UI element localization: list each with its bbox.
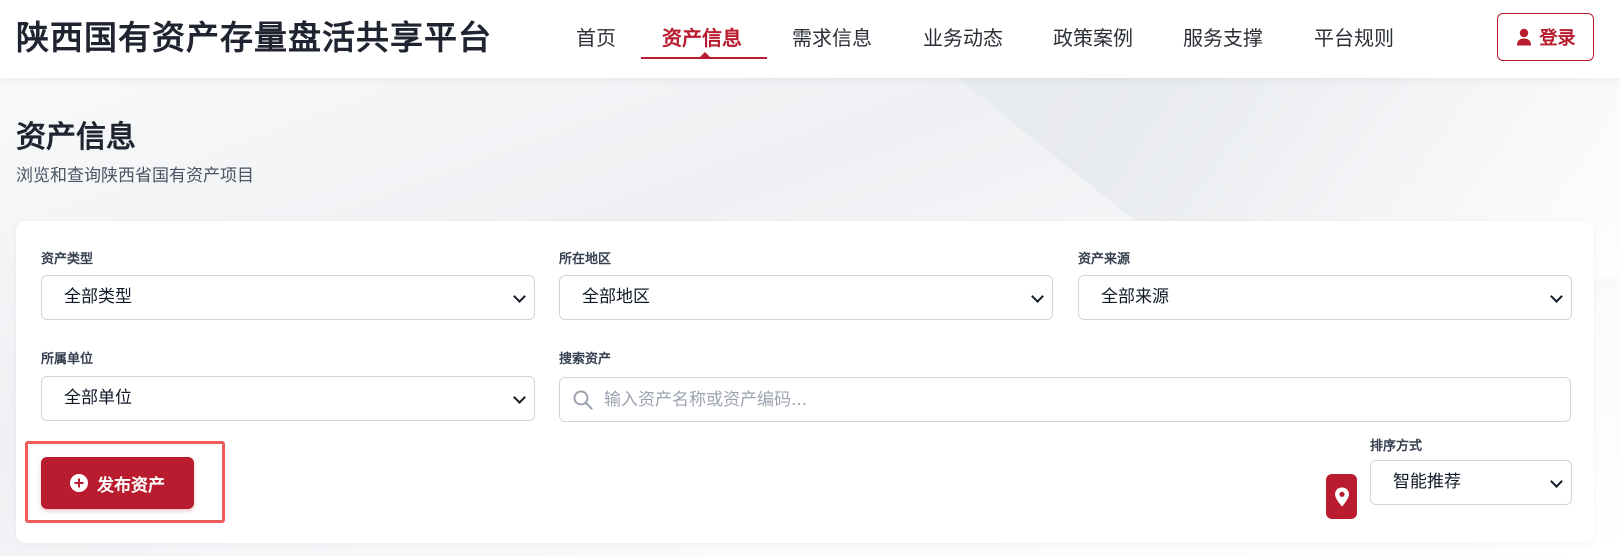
nav-item-asset-info[interactable]: 资产信息 xyxy=(662,22,742,54)
map-view-button[interactable] xyxy=(1326,474,1357,519)
unit-label: 所属单位 xyxy=(41,352,94,367)
nav-item-platform-rules[interactable]: 平台规则 xyxy=(1314,22,1394,54)
unit-select[interactable]: 全部单位 xyxy=(41,376,535,421)
publish-asset-button[interactable]: 发布资产 xyxy=(41,457,194,509)
unit-value: 全部单位 xyxy=(64,388,132,408)
asset-type-value: 全部类型 xyxy=(64,287,132,307)
header: 陕西国有资产存量盘活共享平台 首页 资产信息 需求信息 业务动态 政策案例 服务… xyxy=(0,0,1620,78)
source-label: 资产来源 xyxy=(1078,252,1131,267)
chevron-down-icon xyxy=(1031,290,1044,303)
chevron-down-icon xyxy=(1550,475,1563,488)
login-button[interactable]: 登录 xyxy=(1497,13,1594,61)
search-box[interactable] xyxy=(559,377,1571,422)
nav-item-service-support[interactable]: 服务支撑 xyxy=(1183,22,1263,54)
nav-item-demand-info[interactable]: 需求信息 xyxy=(792,22,872,54)
nav-item-policy-cases[interactable]: 政策案例 xyxy=(1053,22,1133,54)
page-title: 资产信息 xyxy=(16,120,136,155)
location-pin-icon xyxy=(1334,487,1349,506)
sort-select[interactable]: 智能推荐 xyxy=(1370,460,1572,505)
login-label: 登录 xyxy=(1539,28,1576,49)
region-value: 全部地区 xyxy=(582,287,650,307)
asset-type-select[interactable]: 全部类型 xyxy=(41,275,535,320)
source-value: 全部来源 xyxy=(1101,287,1169,307)
publish-asset-label: 发布资产 xyxy=(97,475,165,496)
source-select[interactable]: 全部来源 xyxy=(1078,275,1572,320)
chevron-down-icon xyxy=(1550,290,1563,303)
region-label: 所在地区 xyxy=(559,252,612,267)
user-icon xyxy=(1516,28,1531,46)
nav-item-home[interactable]: 首页 xyxy=(576,22,616,54)
asset-type-label: 资产类型 xyxy=(41,252,94,267)
nav-active-underline xyxy=(641,57,767,59)
region-select[interactable]: 全部地区 xyxy=(559,275,1053,320)
page: 陕西国有资产存量盘活共享平台 首页 资产信息 需求信息 业务动态 政策案例 服务… xyxy=(0,0,1620,556)
search-input[interactable] xyxy=(604,379,1554,420)
site-logo[interactable]: 陕西国有资产存量盘活共享平台 xyxy=(16,16,492,60)
search-icon xyxy=(573,390,593,410)
sort-label: 排序方式 xyxy=(1370,439,1423,454)
sort-value: 智能推荐 xyxy=(1393,472,1461,492)
plus-circle-icon xyxy=(70,474,88,492)
chevron-down-icon xyxy=(513,391,526,404)
nav-active-caret-icon xyxy=(700,52,710,57)
page-subtitle: 浏览和查询陕西省国有资产项目 xyxy=(16,166,254,186)
search-label: 搜索资产 xyxy=(559,352,612,367)
nav-item-business-news[interactable]: 业务动态 xyxy=(923,22,1003,54)
filter-card: 资产类型 全部类型 所在地区 全部地区 资产来源 全部来源 所属单位 全部单位 … xyxy=(16,221,1594,543)
chevron-down-icon xyxy=(513,290,526,303)
